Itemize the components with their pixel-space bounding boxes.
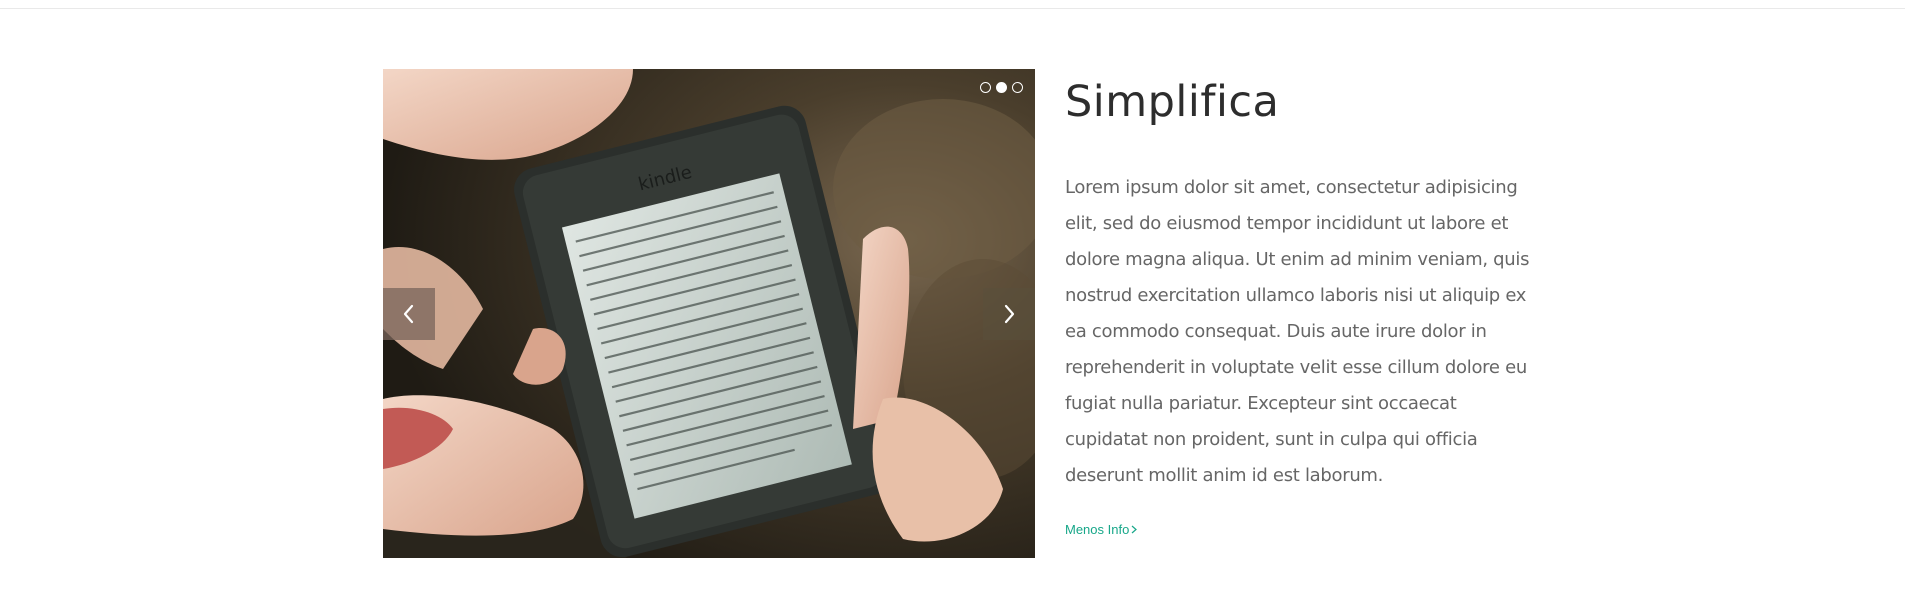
image-slider[interactable]: kindle [383, 69, 1035, 558]
slider-next-button[interactable] [983, 288, 1035, 340]
slider-dots [980, 82, 1023, 93]
header-divider [0, 8, 1905, 9]
slider-dot-1[interactable] [980, 82, 991, 93]
less-info-label: Menos Info [1065, 522, 1130, 537]
less-info-link[interactable]: Menos Info [1065, 522, 1138, 537]
slider-dot-2[interactable] [996, 82, 1007, 93]
feature-description: Lorem ipsum dolor sit amet, consectetur … [1065, 177, 1530, 486]
feature-title: Simplifica [1065, 77, 1280, 127]
chevron-right-icon [1004, 304, 1015, 324]
slider-prev-button[interactable] [383, 288, 435, 340]
feature-content: Simplifica Lorem ipsum dolor sit amet, c… [1065, 72, 1535, 539]
chevron-left-icon [403, 304, 414, 324]
chevron-right-icon [1131, 525, 1138, 534]
slide-image: kindle [383, 69, 1035, 558]
slider-dot-3[interactable] [1012, 82, 1023, 93]
